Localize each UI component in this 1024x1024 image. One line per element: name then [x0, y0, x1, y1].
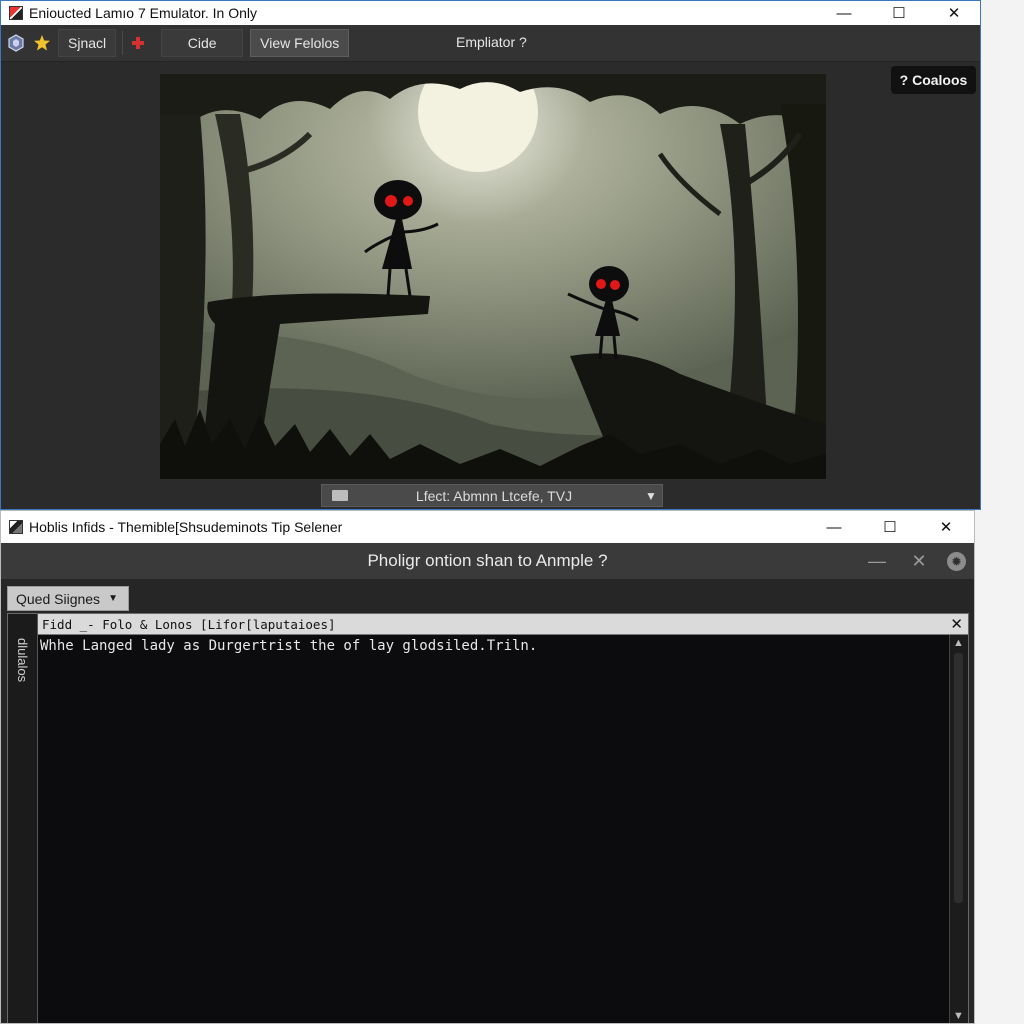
game-scene-art: [160, 74, 826, 479]
emulator-window: Enioucted Lamıo 7 Emulator. In Only — ☐ …: [0, 0, 981, 510]
emulator-titlebar: Enioucted Lamıo 7 Emulator. In Only — ☐ …: [1, 1, 980, 25]
console-header: Fidd _- Folo & Lonos [Lifor[laputaioes] …: [38, 614, 968, 635]
console-titlebar: Hoblis Infids - Themible[Shsudeminots Ti…: [1, 511, 974, 543]
minimize-button[interactable]: —: [821, 1, 867, 25]
side-tab-label: dlulalos: [15, 638, 30, 683]
console-output-line: Whhe Langed lady as Durgertrist the of l…: [40, 638, 538, 654]
prompt-text: Pholigr ontion shan to Anmple ?: [367, 551, 608, 570]
collapse-icon[interactable]: —: [865, 549, 889, 573]
console-header-text: Fidd _- Folo & Lonos [Lifor[laputaioes]: [42, 616, 336, 632]
chevron-down-icon: ▼: [108, 593, 118, 604]
maximize-button[interactable]: ☐: [876, 1, 922, 25]
window-title: Hoblis Infids - Themible[Shsudeminots Ti…: [29, 519, 343, 535]
window-title: Enioucted Lamıo 7 Emulator. In Only: [29, 5, 258, 21]
gear-icon[interactable]: ✹: [947, 552, 966, 571]
save-state-label: Lfect: Abmnn Ltcefe, TVJ: [415, 487, 573, 504]
close-icon[interactable]: ✕: [907, 549, 931, 573]
star-icon[interactable]: [31, 32, 53, 54]
minimize-button[interactable]: —: [811, 511, 857, 543]
scroll-thumb[interactable]: [954, 653, 963, 903]
toolbar-separator: [122, 31, 124, 55]
close-button[interactable]: ✕: [923, 511, 969, 543]
chevron-down-icon: ▼: [645, 488, 657, 503]
app-icon: [9, 6, 23, 20]
flag-icon[interactable]: [127, 32, 149, 54]
view-button[interactable]: View Felolos: [250, 29, 350, 57]
special-button[interactable]: Sjnacl: [58, 29, 117, 57]
maximize-button[interactable]: ☐: [867, 511, 913, 543]
close-button[interactable]: ✕: [931, 1, 977, 25]
prompt-bar: Pholigr ontion shan to Anmple ? — ✕ ✹: [1, 543, 974, 579]
console-window: Hoblis Infids - Themible[Shsudeminots Ti…: [0, 510, 975, 1024]
save-state-select[interactable]: Lfect: Abmnn Ltcefe, TVJ ▼: [321, 484, 663, 507]
dropdown-label: Qued Siignes: [16, 590, 101, 607]
queued-signals-dropdown[interactable]: Qued Siignes ▼: [7, 586, 129, 611]
side-tab[interactable]: dlulalos: [8, 614, 38, 1023]
code-button[interactable]: Cide: [161, 29, 244, 57]
close-icon[interactable]: ✕: [950, 615, 963, 633]
console-scrollbar[interactable]: ▲ ▼: [949, 635, 968, 1023]
game-viewport[interactable]: [160, 74, 826, 479]
scroll-up-icon[interactable]: ▲: [953, 637, 964, 649]
save-state-icon: [332, 490, 348, 501]
emulator-toolbar: Sjnacl Cide View Felolos Empliator ?: [1, 25, 980, 62]
help-button[interactable]: ? Coaloos: [891, 66, 976, 94]
app-icon: [9, 520, 23, 534]
console-panel: dlulalos Fidd _- Folo & Lonos [Lifor[lap…: [7, 613, 969, 1023]
hexagon-icon[interactable]: [5, 32, 27, 54]
scroll-down-icon[interactable]: ▼: [953, 1010, 964, 1022]
emulator-label: Empliator ?: [456, 34, 527, 50]
